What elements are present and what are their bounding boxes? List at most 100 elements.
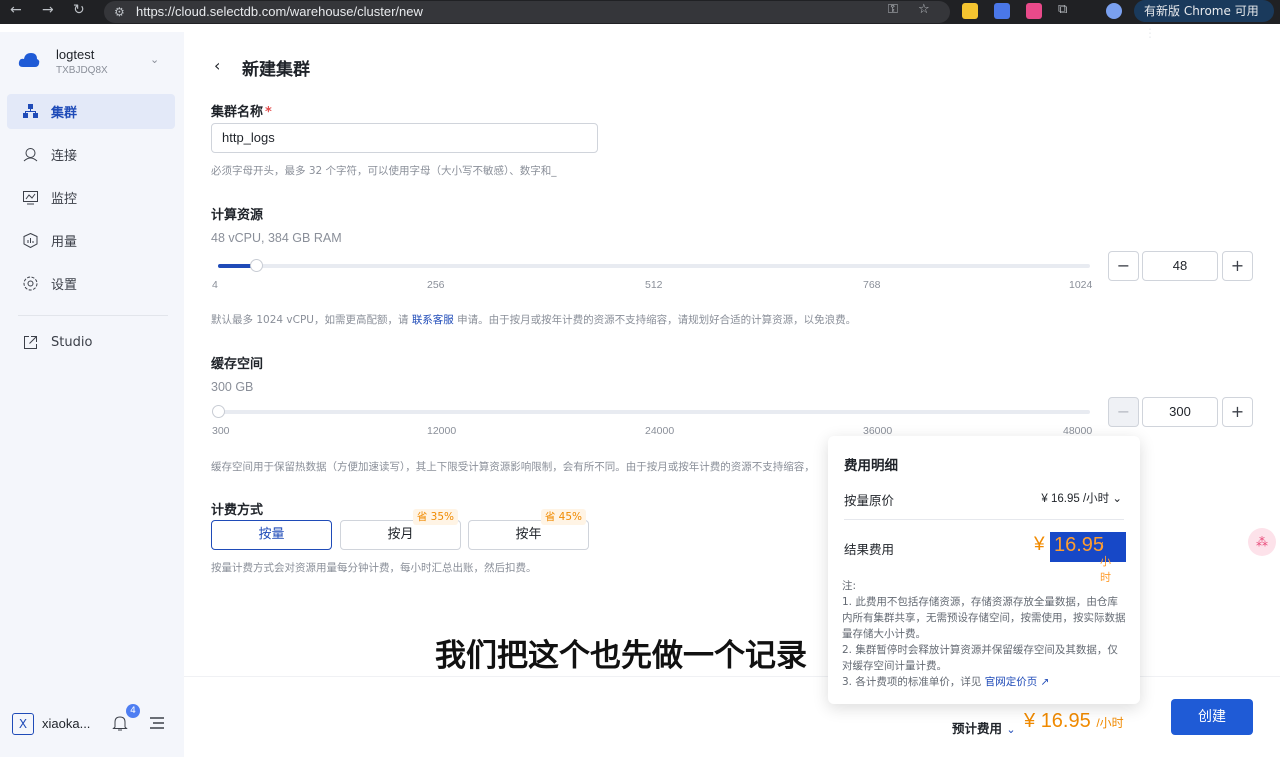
compute-tick: 256 [427,279,445,291]
cache-slider[interactable] [212,405,1090,418]
estimate-value: 16.95 [1040,710,1091,732]
cache-tick: 12000 [427,425,457,437]
extension-icon-2[interactable] [994,3,1010,19]
cache-slider-thumb[interactable] [212,405,225,418]
workspace-switcher[interactable]: logtest TXBJDQ8X ⌄ [18,44,168,80]
menu-icon[interactable] [150,716,164,730]
popover-notes: 注: 1. 此费用不包括存储资源，存储资源存放全量数据，由仓库内所有集群共享，无… [842,578,1128,690]
compute-slider-thumb[interactable] [250,259,263,272]
discount-badge: 省 35% [412,509,458,525]
sidebar-item-label: 连接 [51,149,78,164]
site-settings-icon[interactable]: ⚙ [114,5,125,19]
total-price-label: 结果费用 [844,542,895,557]
sidebar-item-monitor[interactable]: 监控 [7,180,175,215]
pricing-page-link[interactable]: 官网定价页 [985,676,1038,688]
monitor-icon [21,189,39,207]
billing-option-label: 按量 [258,527,285,542]
sidebar-item-label: Studio [51,335,93,350]
required-mark: * [265,105,272,120]
contact-support-link[interactable]: 联系客服 [412,314,454,326]
chrome-update-label: 有新版 Chrome 可用 [1144,4,1259,18]
sidebar-item-label: 用量 [51,235,78,250]
cluster-name-input[interactable]: http_logs [211,123,598,153]
sidebar-item-settings[interactable]: 设置 [7,266,175,301]
bell-icon[interactable] [112,714,128,732]
compute-value-input[interactable]: 48 [1142,251,1218,281]
usage-icon [21,232,39,250]
video-subtitle: 我们把这个也先做一个记录 [435,638,807,674]
base-price-label: 按量原价 [844,493,895,508]
cache-value-input[interactable]: 300 [1142,397,1218,427]
popover-title: 费用明细 [844,458,898,474]
sidebar-item-usage[interactable]: 用量 [7,223,175,258]
notes-title: 注: [842,580,857,592]
cluster-name-hint: 必须字母开头，最多 32 个字符，可以使用字母（大小写不敏感）、数字和_ [211,165,557,177]
billing-option-monthly[interactable]: 按月 省 35% [340,509,461,550]
chrome-update-button[interactable]: 有新版 Chrome 可用 ⋮ [1134,0,1274,40]
page-title: 新建集群 [242,60,310,80]
cluster-name-label-text: 集群名称 [211,105,264,120]
base-price-value[interactable]: ¥ 16.95 /小时 ⌄ [1041,490,1122,506]
estimate-unit: /小时 [1096,716,1124,730]
discount-badge: 省 45% [540,509,586,525]
compute-tick: 512 [645,279,663,291]
compute-slider[interactable] [218,259,1090,272]
sidebar-item-studio[interactable]: Studio [7,325,175,360]
create-button[interactable]: 创建 [1171,699,1253,735]
note-3: 3. 各计费项的标准单价，详见 官网定价页 ↗ [842,674,1128,690]
back-chevron-icon[interactable]: ‹ [214,56,220,75]
billing-option-yearly[interactable]: 按年 省 45% [468,509,589,550]
sidebar: logtest TXBJDQ8X ⌄ 集群 连接 监控 用量 设置 Studio… [0,32,184,757]
sidebar-divider [18,315,168,316]
billing-option-hourly[interactable]: 按量 [211,520,332,550]
estimate-label-text: 预计费用 [952,721,1003,736]
floating-assistant-icon[interactable]: ⁂ [1248,528,1276,556]
reload-icon[interactable]: ↻ [73,2,85,18]
extension-icon-1[interactable] [962,3,978,19]
cluster-icon [21,103,39,121]
connect-icon [21,146,39,164]
chevron-down-icon: ⌄ [1112,493,1122,505]
cache-decrement-button[interactable]: − [1108,397,1139,427]
bookmark-star-icon[interactable]: ☆ [918,2,930,17]
cloud-logo-icon [18,53,40,67]
workspace-name: logtest [56,47,95,62]
cache-hint: 缓存空间用于保留热数据（方便加速读写），其上下限受计算资源影响限制，会有所不同。… [211,461,815,473]
url-text: https://cloud.selectdb.com/warehouse/clu… [136,4,423,19]
billing-option-label: 按月 [387,527,414,542]
external-link-icon: ↗ [1040,676,1050,688]
base-price-text: ¥ 16.95 /小时 [1041,493,1110,505]
cache-summary: 300 GB [211,380,254,394]
forward-arrow-icon[interactable]: → [42,2,54,18]
popover-divider [844,519,1124,520]
extension-icon-3[interactable] [1026,3,1042,19]
total-currency: ¥ [1034,534,1045,555]
browser-toolbar: ← → ↻ ⚙ https://cloud.selectdb.com/wareh… [0,0,1280,40]
cluster-name-label: 集群名称 * [211,101,272,120]
compute-hint-prefix: 默认最多 1024 vCPU，如需更高配额，请 [211,314,409,326]
user-name[interactable]: xiaoka... [42,716,90,731]
profile-avatar-icon[interactable] [1106,3,1122,19]
total-value: 16.95 [1054,534,1105,556]
compute-hint-suffix: 申请。由于按月或按年计费的资源不支持缩容，请规划好合适的计算资源，以免浪费。 [457,314,857,326]
user-avatar[interactable]: X [12,713,34,735]
sidebar-item-label: 监控 [51,192,78,207]
sidebar-item-cluster[interactable]: 集群 [7,94,175,129]
compute-decrement-button[interactable]: − [1108,251,1139,281]
chevron-down-icon: ⌄ [150,53,160,66]
estimate-label[interactable]: 预计费用 ⌄ [952,718,1016,737]
sidebar-item-connect[interactable]: 连接 [7,137,175,172]
back-arrow-icon[interactable]: ← [10,2,22,18]
note-3-prefix: 3. 各计费项的标准单价，详见 [842,676,982,688]
workspace-id: TXBJDQ8X [56,65,108,76]
password-key-icon[interactable]: ⚿ [888,2,898,17]
cache-increment-button[interactable]: + [1222,397,1253,427]
billing-label: 计费方式 [211,503,264,518]
settings-icon [21,275,39,293]
address-bar[interactable]: ⚙ https://cloud.selectdb.com/warehouse/c… [104,1,950,23]
billing-hint: 按量计费方式会对资源用量每分钟计费，每小时汇总出账，然后扣费。 [211,562,537,574]
cache-tick: 300 [212,425,230,437]
extensions-puzzle-icon[interactable]: ⧉ [1058,2,1067,17]
billing-option-label: 按年 [515,527,542,542]
compute-increment-button[interactable]: + [1222,251,1253,281]
